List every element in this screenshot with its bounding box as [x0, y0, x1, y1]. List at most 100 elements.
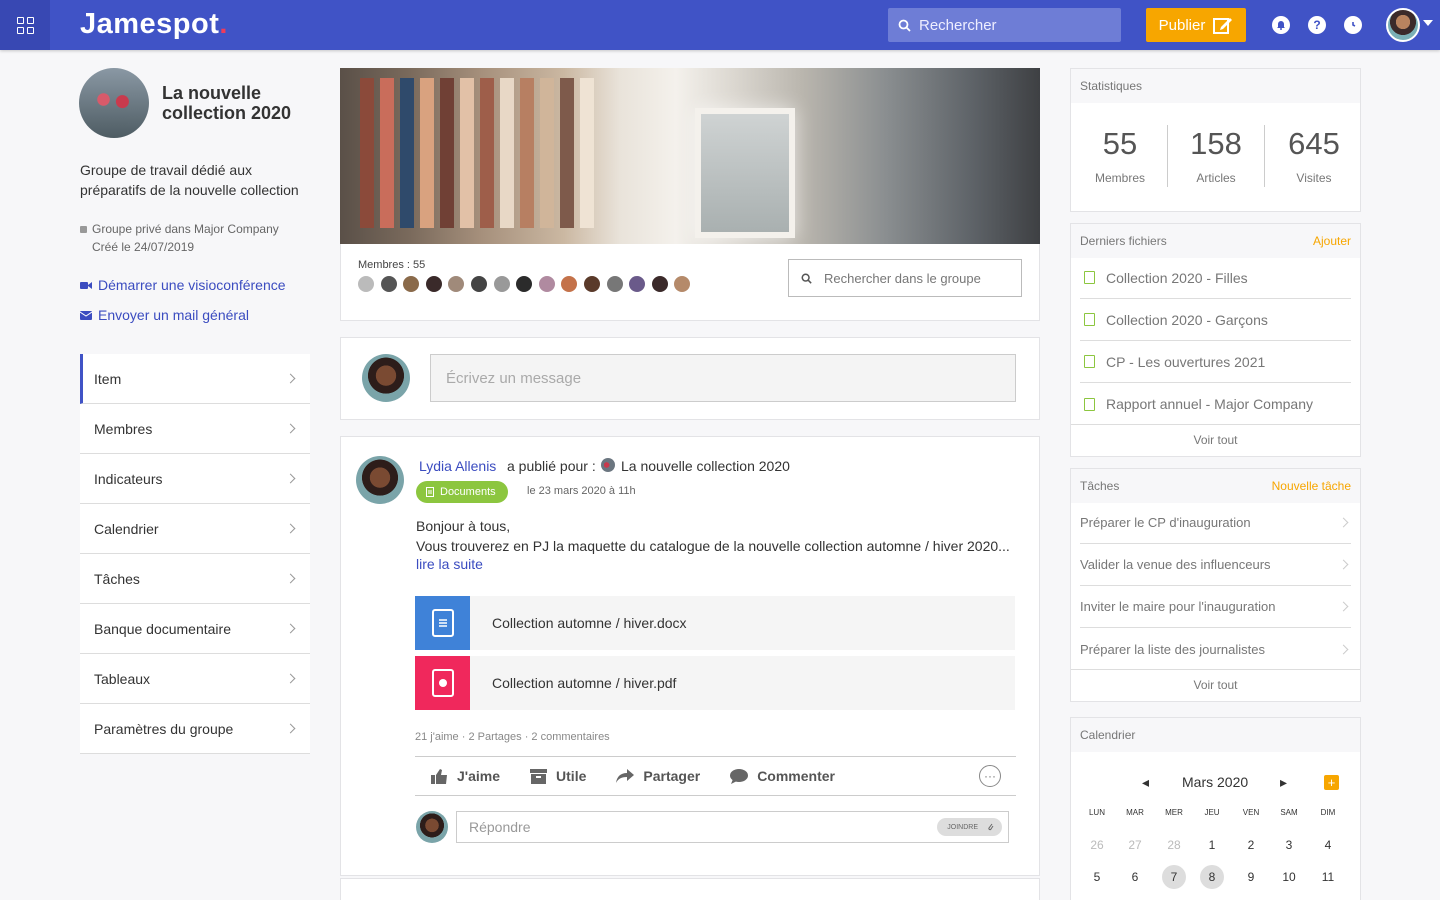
member-avatar[interactable] [606, 276, 623, 292]
calendar-day-event[interactable]: 7 [1162, 865, 1186, 889]
calendar-day[interactable]: 9 [1236, 865, 1266, 889]
stat-articles[interactable]: 158 Articles [1168, 126, 1264, 185]
member-avatar[interactable] [629, 276, 646, 292]
members-count-label: Membres : 55 [358, 259, 426, 271]
recent-file-item[interactable]: CP - Les ouvertures 2021 [1080, 341, 1351, 383]
prev-month-button[interactable]: ◂ [1142, 774, 1149, 791]
see-all-files-link[interactable]: Voir tout [1071, 433, 1360, 447]
calendar-day[interactable]: 10 [1274, 865, 1304, 889]
calendar-day[interactable]: 6 [1120, 865, 1150, 889]
nav-item-calendrier[interactable]: Calendrier [80, 504, 310, 554]
member-avatar[interactable] [651, 276, 668, 292]
calendar-day[interactable]: 26 [1082, 833, 1112, 857]
comment-button[interactable]: Commenter [730, 768, 835, 784]
like-button[interactable]: J'aime [431, 768, 500, 784]
apps-grid-button[interactable] [0, 0, 50, 50]
calendar-day[interactable]: 28 [1159, 833, 1189, 857]
task-item[interactable]: Préparer la liste des journalistes [1080, 628, 1351, 670]
nav-item-parametres[interactable]: Paramètres du groupe [80, 704, 310, 754]
compose-message-input[interactable] [430, 354, 1016, 402]
group-search-input[interactable] [824, 270, 1004, 286]
calendar-day[interactable]: 4 [1313, 833, 1343, 857]
user-avatar[interactable] [1386, 8, 1420, 42]
attachment-name: Collection automne / hiver.pdf [492, 675, 677, 691]
add-event-button[interactable]: + [1324, 775, 1339, 790]
recent-file-item[interactable]: Collection 2020 - Filles [1080, 257, 1351, 299]
help-icon[interactable]: ? [1308, 16, 1326, 34]
clock-icon[interactable] [1344, 16, 1362, 34]
start-videoconference-link[interactable]: Démarrer une visioconférence [80, 277, 286, 293]
calendar-day[interactable]: 27 [1120, 833, 1150, 857]
group-avatar [79, 68, 149, 138]
member-avatar[interactable] [516, 276, 533, 292]
publish-button[interactable]: Publier [1146, 8, 1246, 42]
notification-bell-icon[interactable] [1272, 16, 1290, 34]
useful-button[interactable]: Utile [530, 768, 586, 784]
member-avatar[interactable] [403, 276, 420, 292]
nav-item-item[interactable]: Item [80, 354, 310, 404]
member-avatar[interactable] [448, 276, 465, 292]
group-cover-image [340, 68, 1040, 244]
send-general-mail-link[interactable]: Envoyer un mail général [80, 307, 249, 323]
stat-value: 645 [1288, 126, 1340, 161]
global-search[interactable] [888, 8, 1121, 42]
stat-members[interactable]: 55 Membres [1072, 126, 1168, 185]
calendar-day[interactable]: 1 [1197, 833, 1227, 857]
chevron-right-icon [285, 473, 296, 484]
task-item[interactable]: Préparer le CP d'inauguration [1080, 502, 1351, 544]
stat-visits[interactable]: 645 Visites [1266, 126, 1362, 185]
reply-input[interactable] [469, 819, 919, 835]
share-button[interactable]: Partager [616, 768, 700, 784]
member-avatar[interactable] [380, 276, 397, 292]
stats-title: Statistiques [1080, 79, 1143, 93]
recent-file-item[interactable]: Collection 2020 - Garçons [1080, 299, 1351, 341]
nav-item-taches[interactable]: Tâches [80, 554, 310, 604]
member-avatar[interactable] [561, 276, 578, 292]
nav-item-label: Tableaux [94, 670, 151, 687]
post-tag-badge[interactable]: Documents [416, 481, 508, 503]
nav-item-label: Banque documentaire [94, 620, 231, 637]
attachment-docx[interactable]: Collection automne / hiver.docx [415, 596, 1015, 650]
author-avatar[interactable] [356, 456, 404, 504]
member-avatar[interactable] [583, 276, 600, 292]
attachment-pdf[interactable]: Collection automne / hiver.pdf [415, 656, 1015, 710]
group-privacy: Groupe privé dans Major Company [92, 222, 279, 236]
member-avatar[interactable] [470, 276, 487, 292]
member-avatar[interactable] [358, 276, 374, 292]
post-author[interactable]: Lydia Allenis [419, 458, 496, 474]
chevron-right-icon [285, 423, 296, 434]
new-task-link[interactable]: Nouvelle tâche [1272, 479, 1351, 493]
member-avatar[interactable] [538, 276, 555, 292]
post-target-group[interactable]: La nouvelle collection 2020 [621, 458, 790, 474]
tasks-title: Tâches [1080, 479, 1120, 493]
read-more-link[interactable]: lire la suite [416, 556, 483, 572]
attach-button[interactable]: JOINDRE [937, 818, 1002, 836]
group-search[interactable] [788, 259, 1022, 297]
calendar-day[interactable]: 3 [1274, 833, 1304, 857]
app-logo[interactable]: Jamespot. [80, 8, 228, 41]
group-created-date: Créé le 24/07/2019 [92, 240, 195, 254]
member-avatar[interactable] [674, 276, 691, 292]
nav-item-indicateurs[interactable]: Indicateurs [80, 454, 310, 504]
calendar-day[interactable]: 2 [1236, 833, 1266, 857]
reply-box: JOINDRE [456, 811, 1009, 843]
post-stats[interactable]: 21 j'aime · 2 Partages · 2 commentaires [415, 731, 610, 743]
post-body-line: Vous trouverez en PJ la maquette du cata… [416, 538, 1010, 554]
nav-item-tableaux[interactable]: Tableaux [80, 654, 310, 704]
task-item[interactable]: Valider la venue des influenceurs [1080, 544, 1351, 586]
calendar-day-event[interactable]: 8 [1200, 865, 1224, 889]
nav-item-membres[interactable]: Membres [80, 404, 310, 454]
member-avatar[interactable] [493, 276, 510, 292]
next-month-button[interactable]: ▸ [1280, 774, 1287, 791]
calendar-day[interactable]: 5 [1082, 865, 1112, 889]
calendar-day[interactable]: 11 [1313, 865, 1343, 889]
user-menu-caret-icon[interactable] [1423, 20, 1433, 26]
more-options-button[interactable]: ··· [979, 765, 1001, 787]
member-avatar[interactable] [425, 276, 442, 292]
global-search-input[interactable] [919, 16, 1109, 34]
task-item[interactable]: Inviter le maire pour l'inauguration [1080, 586, 1351, 628]
add-file-link[interactable]: Ajouter [1313, 234, 1351, 248]
recent-file-item[interactable]: Rapport annuel - Major Company [1080, 383, 1351, 425]
nav-item-banque-documentaire[interactable]: Banque documentaire [80, 604, 310, 654]
see-all-tasks-link[interactable]: Voir tout [1071, 678, 1360, 692]
